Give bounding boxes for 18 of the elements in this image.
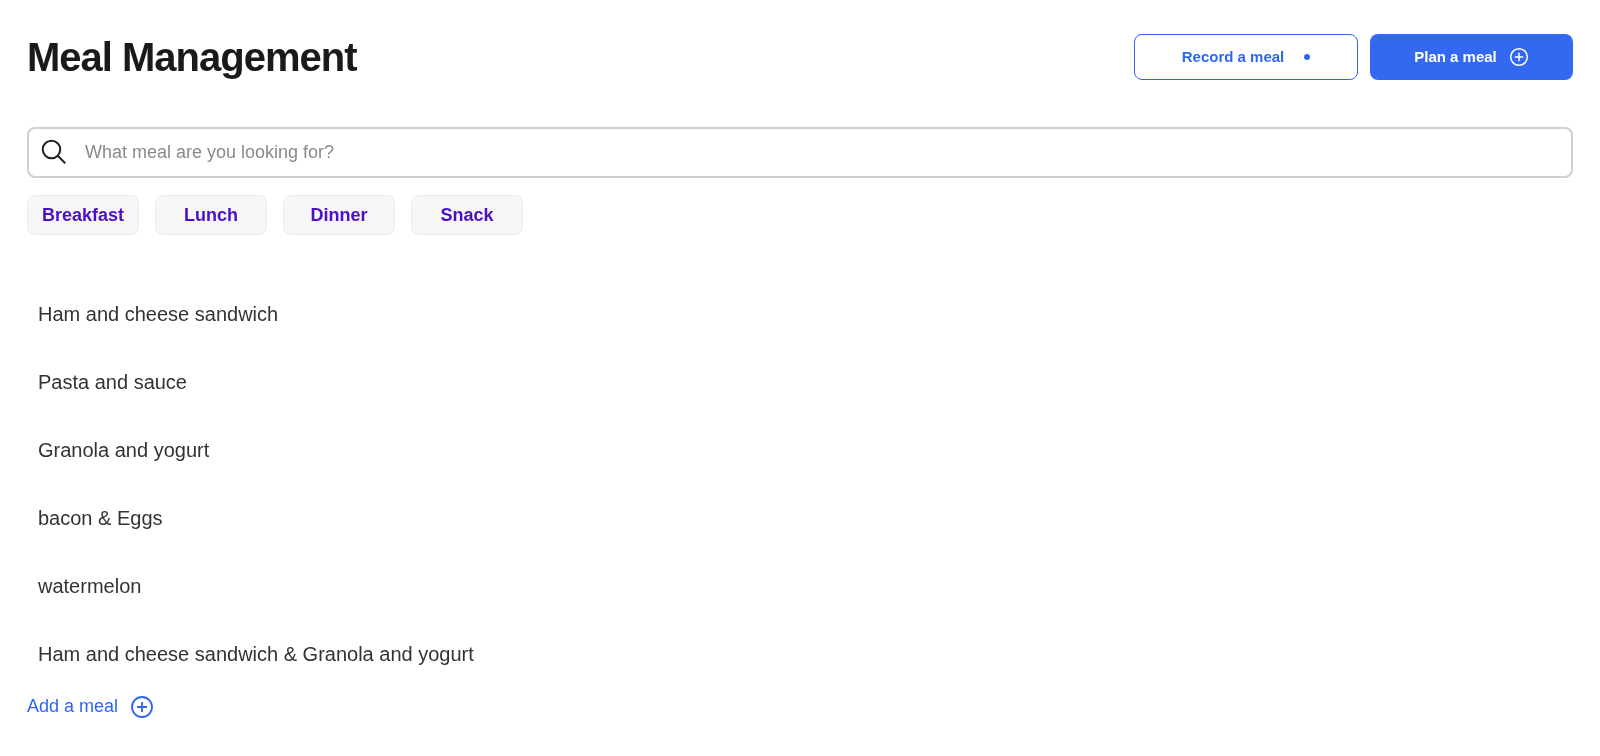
meal-item[interactable]: Pasta and sauce [38,370,1573,395]
meal-item[interactable]: Granola and yogurt [38,438,1573,463]
add-meal-link[interactable]: Add a meal [27,693,155,720]
page-title: Meal Management [27,34,357,81]
search-field[interactable]: What meal are you looking for? [27,127,1573,178]
filter-chip[interactable]: Snack [411,195,523,235]
record-meal-button[interactable]: Record a meal [1134,34,1358,80]
filter-chip[interactable]: Dinner [283,195,395,235]
meal-item[interactable]: watermelon [38,574,1573,599]
meal-item[interactable]: Ham and cheese sandwich & Granola and yogurt [38,642,1573,667]
filter-chip[interactable]: Breakfast [27,195,139,235]
plus-circle-icon [1508,47,1529,67]
plus-circle-icon [130,694,155,719]
search-icon [39,137,69,167]
meal-item[interactable]: Ham and cheese sandwich [38,302,1573,327]
meal-item[interactable]: bacon & Eggs [38,506,1573,531]
plan-meal-button[interactable]: Plan a meal [1370,34,1573,80]
filter-chip[interactable]: Lunch [155,195,267,235]
